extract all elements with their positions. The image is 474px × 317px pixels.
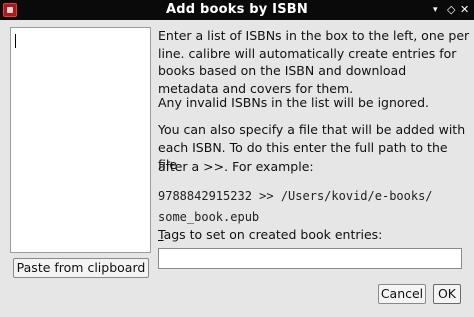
close-icon[interactable]: ✕: [460, 2, 469, 18]
ok-button[interactable]: OK: [433, 284, 461, 304]
maximize-icon[interactable]: ◇: [447, 2, 455, 18]
text-cursor: [15, 34, 16, 48]
example-line: some_book.epub: [158, 210, 260, 224]
example-block: 9788842915232 >> /Users/kovid/e-books/ s…: [158, 186, 470, 228]
tags-label: Tags to set on created book entries:: [158, 226, 382, 243]
example-line: 9788842915232 >> /Users/kovid/e-books/: [158, 189, 433, 203]
isbn-list-textarea[interactable]: [10, 27, 151, 253]
invalid-isbn-note: Any invalid ISBNs in the list will be ig…: [158, 95, 430, 110]
tags-input[interactable]: [158, 248, 462, 269]
title-bar[interactable]: Add books by ISBN ▾ ◇ ✕: [0, 0, 474, 20]
cancel-button[interactable]: Cancel: [378, 284, 426, 304]
paste-from-clipboard-button[interactable]: Paste from clipboard: [13, 258, 149, 278]
instructions-paragraph: Enter a list of ISBNs in the box to the …: [158, 28, 470, 96]
example-intro: after a >>. For example:: [158, 159, 314, 174]
window-menu-icon[interactable]: ▾: [433, 2, 438, 18]
window-title: Add books by ISBN: [166, 2, 308, 17]
tags-label-text: ags to set on created book entries:: [163, 227, 383, 242]
